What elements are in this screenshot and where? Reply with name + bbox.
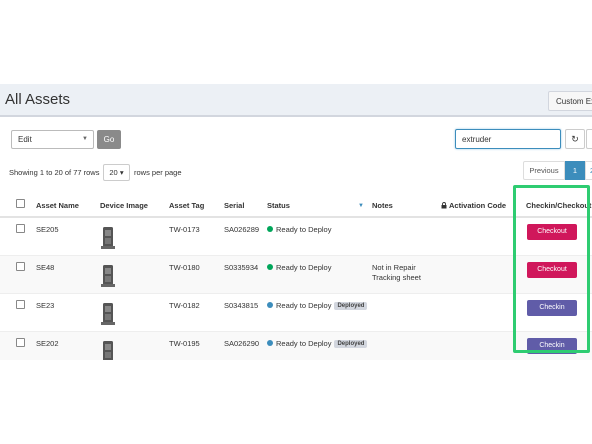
status-dot-icon <box>267 264 273 270</box>
device-thumbnail-icon[interactable] <box>101 263 115 287</box>
row-checkbox[interactable] <box>16 300 25 309</box>
status-text: Ready to Deploy <box>276 301 332 310</box>
page-title: All Assets <box>5 91 71 108</box>
notes-line-1: Not in Repair <box>372 263 416 272</box>
column-device-image[interactable]: Device Image <box>100 201 148 210</box>
notes-line-2: Tracking sheet <box>372 273 421 282</box>
row-checkbox[interactable] <box>16 224 25 233</box>
status-text: Ready to Deploy <box>276 263 332 272</box>
status-dot-icon <box>267 340 273 346</box>
asset-tag: TW-0180 <box>169 263 200 272</box>
serial: S0343815 <box>224 301 259 310</box>
table-row: SE23 TW-0182 S0343815 Ready to Deploy Dep… <box>0 294 592 332</box>
device-thumbnail-icon[interactable] <box>101 225 115 249</box>
checkout-button[interactable]: Checkout <box>527 224 577 240</box>
assets-table-box: Edit ▼ Go extruder ↻ Showing 1 to 20 of … <box>0 115 592 360</box>
asset-tag: TW-0173 <box>169 225 200 234</box>
column-notes[interactable]: Notes <box>372 201 393 210</box>
page-1-button[interactable]: 1 <box>565 161 585 180</box>
status-badge: Deployed <box>334 340 368 348</box>
table-row: SE48 TW-0180 S0335934 Ready to Deploy No… <box>0 256 592 294</box>
asset-tag: TW-0182 <box>169 301 200 310</box>
custom-export-button[interactable]: Custom Ex <box>548 91 592 111</box>
status-dot-icon <box>267 302 273 308</box>
asset-tag: TW-0195 <box>169 339 200 348</box>
column-status[interactable]: Status <box>267 201 290 210</box>
device-thumbnail-icon[interactable] <box>101 339 115 360</box>
checkin-button[interactable]: Checkin <box>527 338 577 354</box>
asset-name[interactable]: SE202 <box>36 339 59 348</box>
asset-name[interactable]: SE205 <box>36 225 59 234</box>
column-checkin-checkout[interactable]: Checkin/Checkout <box>526 201 591 210</box>
table-header: Asset Name Device Image Asset Tag Serial… <box>0 191 592 218</box>
status-badge: Deployed <box>334 302 368 310</box>
assets-app: All Assets Custom Ex Edit ▼ Go extruder … <box>0 84 592 360</box>
lock-icon <box>441 201 447 210</box>
asset-name[interactable]: SE23 <box>36 301 54 310</box>
serial: SA026290 <box>224 339 260 348</box>
status-text: Ready to Deploy <box>276 225 332 234</box>
status-text: Ready to Deploy <box>276 339 332 348</box>
column-asset-tag[interactable]: Asset Tag <box>169 201 204 210</box>
toolbar-extra-button[interactable] <box>586 129 592 149</box>
column-serial[interactable]: Serial <box>224 201 244 210</box>
column-asset-name[interactable]: Asset Name <box>36 201 79 210</box>
status-cell: Ready to Deploy <box>267 263 331 272</box>
checkout-button[interactable]: Checkout <box>527 262 577 278</box>
bulk-action-value: Edit <box>18 135 32 144</box>
checkin-button[interactable]: Checkin <box>527 300 577 316</box>
previous-page-button[interactable]: Previous <box>523 161 565 180</box>
status-cell: Ready to Deploy Deployed <box>267 339 368 348</box>
column-activation-code[interactable]: Activation Code <box>449 201 506 210</box>
row-checkbox[interactable] <box>16 338 25 347</box>
status-cell: Ready to Deploy <box>267 225 331 234</box>
status-cell: Ready to Deploy Deployed <box>267 301 368 310</box>
page-2-button[interactable]: 2 <box>585 161 592 180</box>
table-row: SE202 TW-0195 SA026290 Ready to Deploy De… <box>0 332 592 360</box>
chevron-down-icon: ▼ <box>82 136 88 142</box>
status-dot-icon <box>267 226 273 232</box>
serial: S0335934 <box>224 263 259 272</box>
select-all-checkbox[interactable] <box>16 199 25 208</box>
rows-per-page-select[interactable]: 20 ▾ <box>103 164 130 181</box>
asset-name[interactable]: SE48 <box>36 263 54 272</box>
row-checkbox[interactable] <box>16 262 25 271</box>
serial: SA026289 <box>224 225 260 234</box>
rows-summary: Showing 1 to 20 of 77 rows <box>9 168 100 177</box>
go-button[interactable]: Go <box>97 130 121 149</box>
table-row: SE205 TW-0173 SA026289 Ready to Deploy C… <box>0 218 592 256</box>
refresh-icon[interactable]: ↻ <box>565 129 585 149</box>
rows-per-page-label: rows per page <box>134 168 182 177</box>
device-thumbnail-icon[interactable] <box>101 301 115 325</box>
search-input[interactable]: extruder <box>455 129 561 149</box>
bulk-action-select[interactable]: Edit ▼ <box>11 130 94 149</box>
sort-down-icon[interactable]: ▼ <box>358 203 364 209</box>
